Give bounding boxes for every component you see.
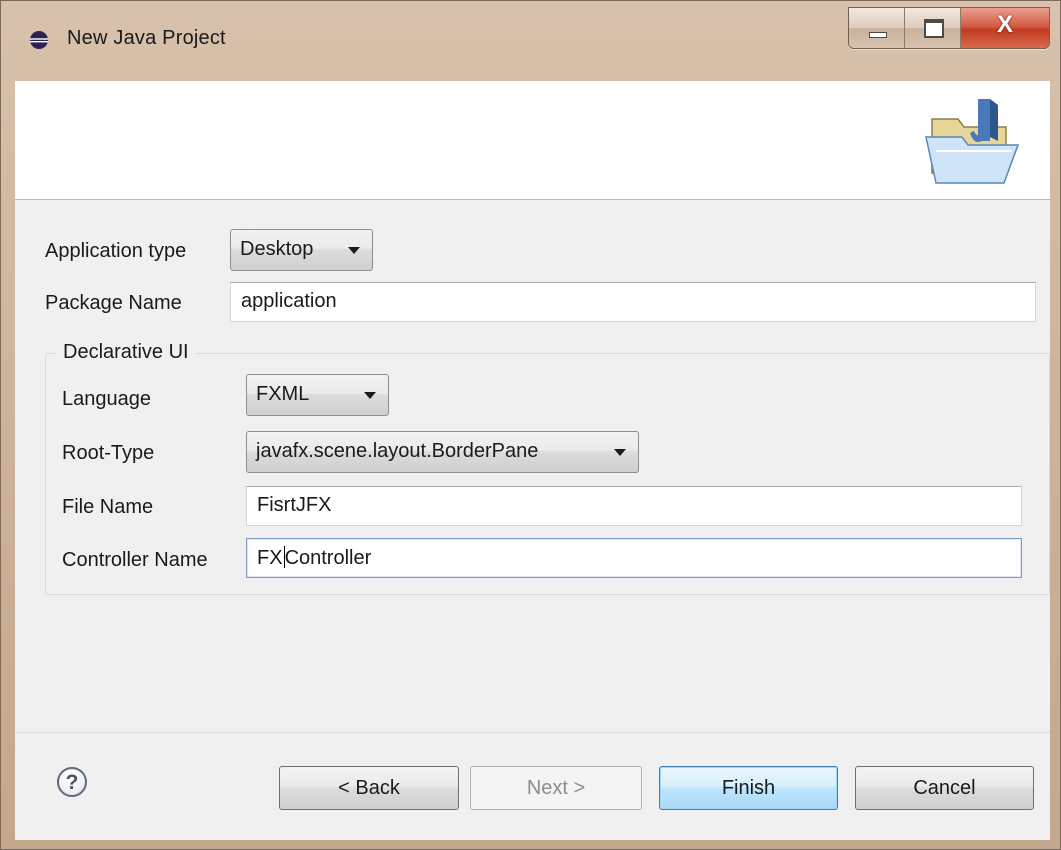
minimize-icon (869, 32, 887, 38)
wizard-header (15, 81, 1050, 200)
application-type-dropdown[interactable]: Desktop (230, 229, 373, 271)
cancel-button[interactable]: Cancel (855, 766, 1034, 810)
package-name-value: application (241, 290, 337, 312)
window-title: New Java Project (67, 27, 226, 49)
new-java-project-dialog: New Java Project X Application type Desk (0, 0, 1061, 850)
controller-name-value-prefix: FX (257, 547, 283, 569)
maximize-icon (924, 19, 944, 38)
controller-name-value-suffix: Controller (284, 547, 372, 569)
language-dropdown[interactable]: FXML (246, 374, 389, 416)
eclipse-icon (30, 31, 48, 49)
next-button[interactable]: Next > (470, 766, 642, 810)
file-name-value: FisrtJFX (257, 494, 332, 516)
package-name-field[interactable]: application (230, 282, 1036, 322)
finish-button[interactable]: Finish (659, 766, 838, 810)
minimize-button[interactable] (849, 8, 905, 48)
title-bar[interactable]: New Java Project X (1, 1, 1060, 81)
close-icon: X (996, 11, 1013, 38)
help-icon[interactable]: ? (57, 767, 87, 797)
application-type-value: Desktop (240, 238, 314, 260)
maximize-button[interactable] (905, 8, 961, 48)
declarative-ui-group-title: Declarative UI (57, 341, 195, 364)
root-type-value: javafx.scene.layout.BorderPane (256, 440, 539, 462)
wizard-content: Application type Desktop Package Name ap… (15, 200, 1050, 732)
package-name-label: Package Name (45, 292, 182, 314)
back-button[interactable]: < Back (279, 766, 459, 810)
chevron-down-icon (364, 392, 376, 399)
chevron-down-icon (348, 247, 360, 254)
close-button[interactable]: X (961, 8, 1049, 48)
wizard-footer: ? < Back Next > Finish Cancel (15, 732, 1050, 840)
java-project-folder-icon (925, 99, 1020, 184)
controller-name-field[interactable]: FX Controller (246, 538, 1022, 578)
language-value: FXML (256, 383, 310, 405)
file-name-label: File Name (62, 496, 154, 518)
controller-name-label: Controller Name (62, 549, 208, 571)
application-type-label: Application type (45, 240, 187, 262)
file-name-field[interactable]: FisrtJFX (246, 486, 1022, 526)
window-controls: X (848, 7, 1050, 49)
root-type-dropdown[interactable]: javafx.scene.layout.BorderPane (246, 431, 639, 473)
chevron-down-icon (614, 449, 626, 456)
root-type-label: Root-Type (62, 442, 155, 464)
language-label: Language (62, 388, 151, 410)
